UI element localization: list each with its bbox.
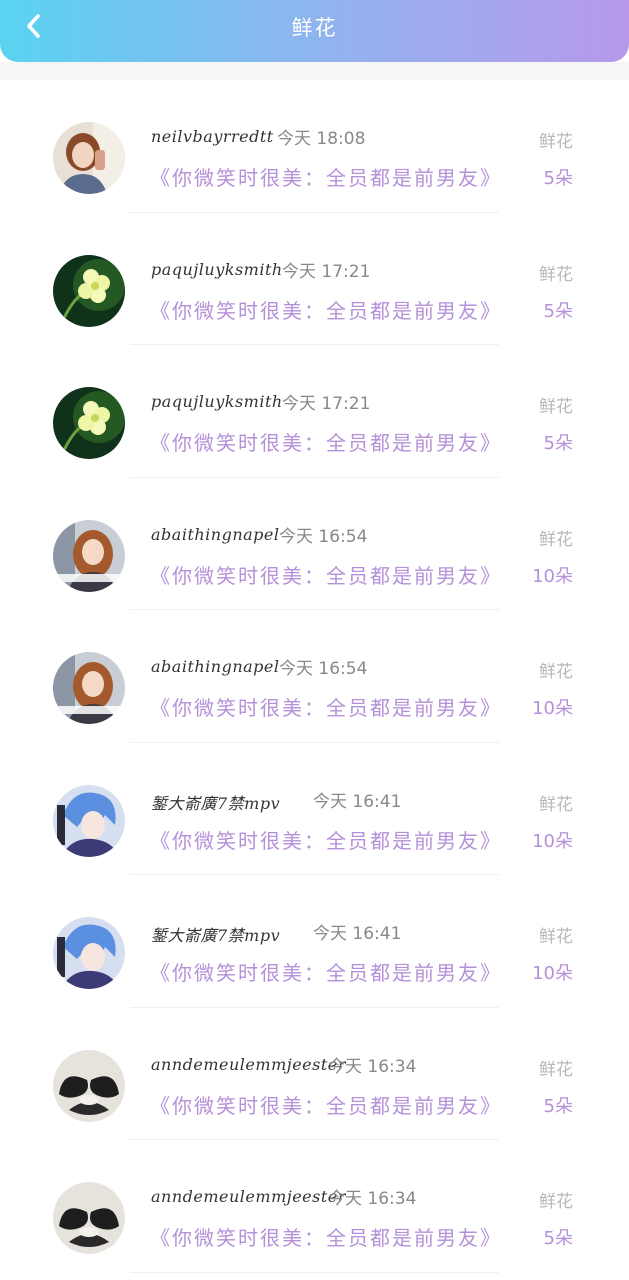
work-title[interactable]: 《你微笑时很美：全员都是前男友》 (150, 427, 502, 456)
list-item[interactable]: paqujluyksmith 今天 17:21 《你微笑时很美：全员都是前男友》… (0, 345, 629, 478)
gift-label: 鲜花 (539, 529, 573, 550)
username: paqujluyksmith (151, 392, 283, 411)
avatar[interactable] (53, 1049, 125, 1122)
work-title[interactable]: 《你微笑时很美：全员都是前男友》 (150, 295, 502, 324)
username: anndemeulemmjeester (151, 1054, 346, 1074)
timestamp: 今天 16:34 (328, 1189, 417, 1209)
gift-count: 5朵 (543, 1095, 573, 1117)
username: 錾大嵛廣7禁mpv (151, 793, 281, 813)
page-title: 鲜花 (291, 16, 338, 40)
gift-label: 鲜花 (539, 397, 573, 417)
top-bar: 鲜花 (0, 0, 629, 62)
gift-label: 鲜花 (539, 132, 573, 152)
username: 錾大嵛廣7禁mpv (151, 926, 281, 945)
avatar[interactable] (53, 519, 125, 592)
gift-label: 鲜花 (539, 264, 573, 285)
timestamp: 今天 16:54 (279, 526, 368, 547)
work-title[interactable]: 《你微笑时很美：全员都是前男友》 (150, 1222, 502, 1251)
list-item[interactable]: anndemeulemmjeester 今天 16:34 《你微笑时很美：全员都… (0, 1008, 629, 1140)
gift-record-list: neilvbayrredtt 今天 18:08 《你微笑时很美：全员都是前男友》… (0, 80, 629, 1273)
avatar[interactable] (53, 652, 125, 724)
timestamp: 今天 17:21 (282, 261, 371, 282)
avatar[interactable] (53, 122, 125, 194)
list-item[interactable]: 錾大嵛廣7禁mpv 今天 16:41 《你微笑时很美：全员都是前男友》 鲜花 1… (0, 743, 629, 875)
list-item[interactable]: abaithingnapel 今天 16:54 《你微笑时很美：全员都是前男友》… (0, 478, 629, 610)
username: abaithingnapel (151, 524, 280, 544)
list-item[interactable]: paqujluyksmith 今天 17:21 《你微笑时很美：全员都是前男友》… (0, 213, 629, 345)
work-title[interactable]: 《你微笑时很美：全员都是前男友》 (150, 825, 502, 854)
timestamp: 今天 16:34 (328, 1056, 417, 1077)
avatar[interactable] (53, 917, 125, 989)
gift-count: 5朵 (543, 433, 573, 454)
list-item[interactable]: abaithingnapel 今天 16:54 《你微笑时很美：全员都是前男友》… (0, 610, 629, 743)
username: abaithingnapel (151, 657, 280, 676)
avatar[interactable] (53, 387, 125, 459)
timestamp: 今天 16:41 (313, 924, 402, 944)
timestamp: 今天 17:21 (282, 394, 371, 414)
gift-label: 鲜花 (539, 794, 573, 815)
gift-count: 5朵 (543, 1228, 573, 1249)
work-title[interactable]: 《你微笑时很美：全员都是前男友》 (150, 162, 502, 191)
gift-label: 鲜花 (539, 662, 573, 682)
gift-count: 10朵 (532, 698, 573, 719)
list-item[interactable]: 錾大嵛廣7禁mpv 今天 16:41 《你微笑时很美：全员都是前男友》 鲜花 1… (0, 875, 629, 1008)
username: neilvbayrredtt (151, 127, 274, 146)
header-divider (0, 62, 629, 80)
username: anndemeulemmjeester (151, 1187, 346, 1206)
gift-count: 10朵 (532, 565, 573, 587)
gift-label: 鲜花 (539, 1059, 573, 1080)
timestamp: 今天 16:41 (313, 791, 402, 812)
work-title[interactable]: 《你微笑时很美：全员都是前男友》 (150, 560, 502, 589)
avatar[interactable] (53, 1182, 125, 1254)
work-title[interactable]: 《你微笑时很美：全员都是前男友》 (150, 1090, 502, 1119)
work-title[interactable]: 《你微笑时很美：全员都是前男友》 (150, 957, 502, 986)
work-title[interactable]: 《你微笑时很美：全员都是前男友》 (150, 692, 502, 721)
avatar[interactable] (53, 254, 125, 327)
list-item[interactable]: anndemeulemmjeester 今天 16:34 《你微笑时很美：全员都… (0, 1140, 629, 1273)
gift-count: 10朵 (532, 963, 573, 984)
gift-count: 10朵 (532, 830, 573, 852)
list-item[interactable]: neilvbayrredtt 今天 18:08 《你微笑时很美：全员都是前男友》… (0, 80, 629, 213)
gift-label: 鲜花 (539, 1192, 573, 1212)
timestamp: 今天 16:54 (279, 659, 368, 679)
timestamp: 今天 18:08 (277, 129, 366, 149)
gift-label: 鲜花 (539, 927, 573, 947)
avatar[interactable] (53, 784, 125, 857)
gift-count: 5朵 (543, 300, 573, 322)
username: paqujluyksmith (151, 259, 283, 279)
gift-count: 5朵 (543, 168, 573, 189)
divider (130, 1271, 499, 1273)
